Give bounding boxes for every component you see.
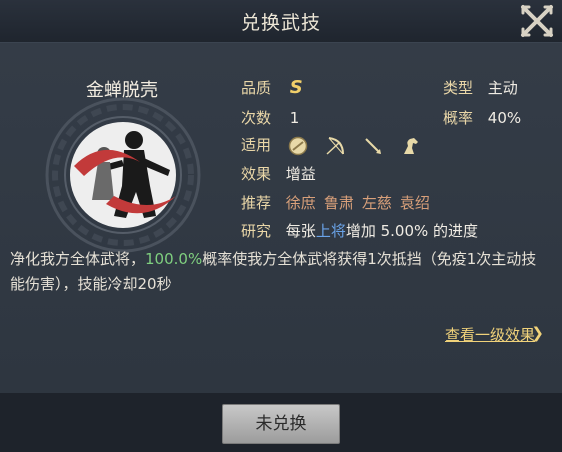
- type-label: 类型: [443, 79, 474, 97]
- skill-description: 净化我方全体武将，100.0%概率使我方全体武将获得1次抵挡（免疫1次主动技能伤…: [10, 247, 550, 297]
- type-value: 主动: [487, 79, 518, 97]
- rate-label: 概率: [443, 109, 474, 127]
- recommend-general[interactable]: 左慈: [362, 194, 392, 212]
- chevron-right-icon[interactable]: ❯: [531, 324, 544, 342]
- research-text: 增加 5.00% 的进度: [345, 222, 479, 240]
- effect-label: 效果: [241, 165, 272, 183]
- rate-value: 40%: [487, 109, 522, 127]
- count-value: 1: [289, 109, 300, 127]
- view-level1-effect-link[interactable]: 查看一级效果: [445, 324, 535, 345]
- recommend-general[interactable]: 徐庶: [286, 194, 316, 212]
- skill-emblem: [45, 97, 201, 253]
- rate-row: 概率 40%: [443, 107, 521, 128]
- quality-value: S: [289, 77, 303, 98]
- desc-percentage: 100.0%: [145, 250, 203, 268]
- type-row: 类型 主动: [443, 77, 518, 98]
- exchange-button[interactable]: 未兑换: [222, 404, 340, 444]
- effect-value: 增益: [285, 165, 316, 183]
- shield-icon: [288, 136, 308, 155]
- apply-label: 适用: [241, 136, 272, 154]
- spear-icon: [365, 137, 382, 154]
- recommend-general[interactable]: 袁绍: [400, 194, 430, 212]
- effect-row: 效果 增益: [241, 163, 316, 184]
- page-title: 兑换武技: [240, 12, 321, 34]
- title-bar: 兑换武技: [0, 0, 562, 43]
- research-text: 每张: [285, 222, 316, 240]
- research-highlight: 上将: [315, 222, 346, 240]
- recommend-row: 推荐 徐庶 鲁肃 左慈 袁绍: [241, 192, 438, 213]
- apply-row: 适用: [241, 134, 434, 156]
- bow-icon: [326, 136, 344, 155]
- horse-icon: [404, 137, 419, 154]
- quality-row: 品质 S: [241, 77, 303, 98]
- recommend-general[interactable]: 鲁肃: [324, 194, 354, 212]
- desc-text: 净化我方全体武将，: [10, 250, 146, 268]
- quality-label: 品质: [241, 79, 272, 97]
- close-icon[interactable]: [518, 2, 556, 40]
- research-row: 研究 每张上将增加 5.00% 的进度: [241, 220, 478, 241]
- count-label: 次数: [241, 109, 272, 127]
- recommend-label: 推荐: [241, 194, 272, 212]
- count-row: 次数 1: [241, 107, 299, 128]
- research-label: 研究: [241, 222, 272, 240]
